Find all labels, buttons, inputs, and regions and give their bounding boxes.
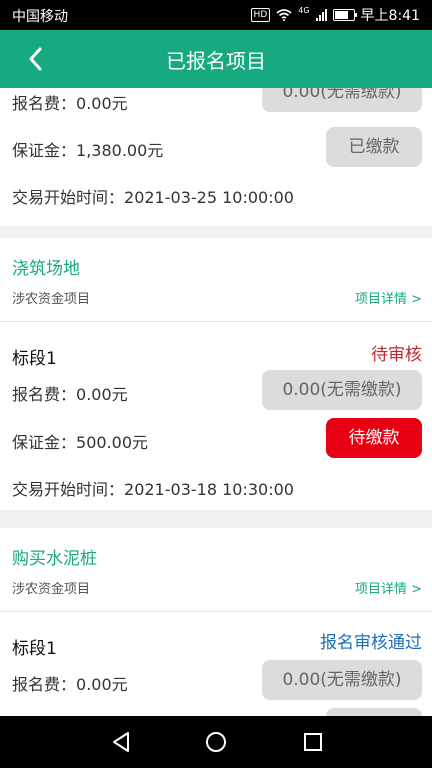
pay-deposit-button[interactable]: 待缴款 — [326, 418, 422, 458]
start-time-row: 交易开始时间：2021-03-25 10:00:00 — [12, 184, 294, 208]
registered-projects-list[interactable]: 报名费：0.00元 0.00(无需缴款) 保证金：1,380.00元 已缴款 交… — [0, 88, 432, 716]
status-icons: HD 4G 早上8:41 — [250, 5, 420, 25]
reg-fee-label: 报名费： — [12, 94, 77, 113]
home-circle-icon[interactable] — [204, 730, 228, 754]
page-title: 已报名项目 — [166, 49, 266, 73]
back-triangle-icon[interactable] — [110, 730, 132, 754]
divider — [0, 321, 432, 322]
system-navigation-bar — [0, 716, 432, 768]
project-type: 涉农资金项目 — [12, 582, 91, 597]
app-header: 已报名项目 — [0, 30, 432, 88]
project-details-link[interactable]: 项目详情 > — [355, 288, 422, 307]
project-details-link[interactable]: 项目详情 > — [355, 578, 422, 597]
reg-fee-label: 报名费： — [12, 385, 77, 404]
deposit-row: 保证金：500.00元 — [12, 429, 148, 453]
carrier-name: 中国移动 — [12, 9, 68, 25]
project-card: 购买水泥桩 涉农资金项目 项目详情 > 标段1 报名审核通过 报名费：0.00元… — [0, 528, 432, 716]
start-time-label: 交易开始时间： — [12, 480, 125, 499]
deposit-label: 保证金： — [12, 141, 77, 160]
signal-icon — [315, 9, 327, 21]
project-card: 浇筑场地 涉农资金项目 项目详情 > 标段1 待审核 报名费：0.00元 0.0… — [0, 238, 432, 510]
start-time-value: 2021-03-18 10:30:00 — [124, 480, 294, 499]
deposit-value: 1,380.00元 — [76, 141, 164, 160]
reg-fee-row: 报名费：0.00元 — [12, 90, 128, 114]
section-title: 标段1 — [12, 639, 57, 659]
reg-fee-value: 0.00元 — [76, 385, 128, 404]
project-name[interactable]: 浇筑场地 — [12, 254, 80, 279]
recents-square-icon[interactable] — [302, 730, 324, 754]
battery-icon — [332, 9, 357, 21]
clock: 早上8:41 — [360, 8, 420, 24]
start-time-value: 2021-03-25 10:00:00 — [124, 188, 294, 207]
network-type: 4G — [298, 5, 310, 15]
start-time-row: 交易开始时间：2021-03-18 10:30:00 — [12, 476, 294, 500]
reg-fee-row: 报名费：0.00元 — [12, 381, 128, 405]
wifi-icon — [276, 9, 292, 21]
hd-icon: HD — [250, 8, 271, 22]
project-name[interactable]: 购买水泥桩 — [12, 544, 97, 569]
deposit-value: 500.00元 — [76, 433, 149, 452]
reg-fee-button[interactable]: 0.00(无需缴款) — [262, 88, 422, 112]
section-title: 标段1 — [12, 349, 57, 369]
deposit-row: 保证金：1,380.00元 — [12, 137, 163, 161]
project-type: 涉农资金项目 — [12, 292, 91, 307]
deposit-label: 保证金： — [12, 433, 77, 452]
status-badge: 报名审核通过 — [320, 633, 422, 653]
divider — [0, 611, 432, 612]
deposit-paid-button[interactable]: 已缴款 — [326, 127, 422, 167]
status-badge: 待审核 — [371, 345, 422, 365]
reg-fee-value: 0.00元 — [76, 94, 128, 113]
start-time-label: 交易开始时间： — [12, 188, 125, 207]
status-bar: 中国移动 HD 4G 早上8:41 — [0, 0, 432, 30]
reg-fee-label: 报名费： — [12, 675, 77, 694]
deposit-button-partial[interactable] — [326, 708, 422, 716]
project-card-partial: 报名费：0.00元 0.00(无需缴款) 保证金：1,380.00元 已缴款 交… — [0, 88, 432, 226]
reg-fee-value: 0.00元 — [76, 675, 128, 694]
reg-fee-row: 报名费：0.00元 — [12, 671, 128, 695]
reg-fee-button[interactable]: 0.00(无需缴款) — [262, 660, 422, 700]
reg-fee-button[interactable]: 0.00(无需缴款) — [262, 370, 422, 410]
